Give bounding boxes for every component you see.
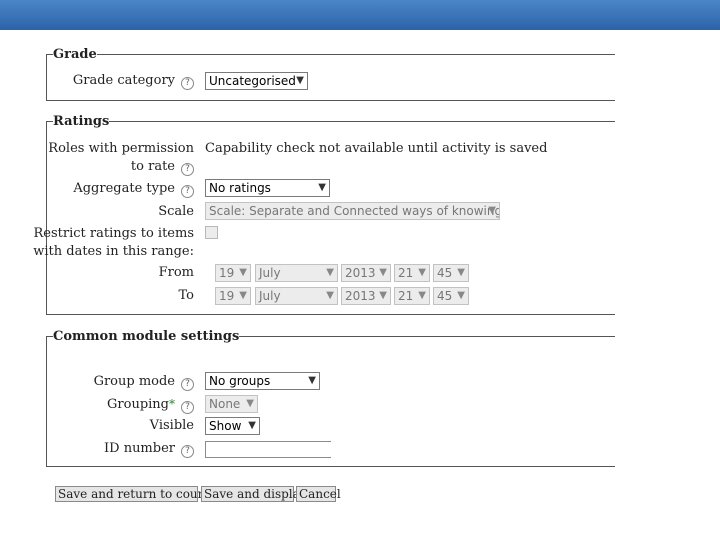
restrict-label-wrap: Restrict ratings to items with dates in …	[33, 225, 194, 261]
chevron-down-icon: ▼	[418, 290, 426, 301]
visible-label: Visible	[149, 418, 194, 433]
restrict-label-line2: with dates in this range:	[33, 244, 194, 259]
to-label: To	[178, 288, 195, 303]
chevron-down-icon: ▼	[488, 205, 496, 216]
help-icon[interactable]: ?	[181, 163, 194, 176]
restrict-checkbox[interactable]	[205, 226, 218, 239]
grade-category-select[interactable]: Uncategorised ▼	[205, 72, 308, 90]
help-icon[interactable]: ?	[181, 77, 194, 90]
help-icon[interactable]: ?	[181, 445, 194, 458]
required-mark: *	[169, 397, 175, 411]
save-return-button[interactable]: Save and return to course	[55, 486, 217, 502]
chevron-down-icon: ▼	[308, 375, 316, 386]
help-icon[interactable]: ?	[181, 378, 194, 391]
scale-label: Scale	[158, 204, 194, 219]
from-label: From	[158, 265, 194, 280]
to-label-wrap: To	[46, 287, 195, 305]
chevron-down-icon: ▼	[326, 290, 334, 301]
roles-permission-label-line2: to rate	[130, 159, 175, 174]
chevron-down-icon: ▼	[379, 290, 387, 301]
chevron-down-icon: ▼	[239, 290, 247, 301]
grade-legend: Grade	[53, 47, 97, 62]
chevron-down-icon: ▼	[318, 182, 326, 193]
from-day-select[interactable]: 19 ▼	[215, 264, 251, 282]
id-number-label-wrap: ID number?	[46, 440, 194, 458]
group-mode-select[interactable]: No groups ▼	[205, 372, 320, 390]
chevron-down-icon: ▼	[379, 267, 387, 278]
aggregate-type-label-wrap: Aggregate type?	[46, 180, 194, 198]
help-icon[interactable]: ?	[181, 401, 194, 414]
aggregate-type-label: Aggregate type	[73, 181, 175, 196]
roles-permission-label-wrap: Roles with permission to rate?	[46, 140, 194, 176]
to-hour-select[interactable]: 21 ▼	[394, 287, 430, 305]
id-number-input[interactable]	[205, 441, 331, 458]
roles-permission-label-line1: Roles with permission	[48, 141, 194, 156]
common-settings-legend: Common module settings	[53, 329, 240, 344]
from-month-select[interactable]: July ▼	[255, 264, 338, 282]
scale-select[interactable]: Scale: Separate and Connected ways of kn…	[205, 202, 500, 220]
ratings-legend: Ratings	[53, 114, 110, 129]
visible-select[interactable]: Show ▼	[205, 417, 260, 435]
save-display-button[interactable]: Save and display	[201, 486, 307, 502]
cancel-button[interactable]: Cancel	[296, 486, 341, 502]
chevron-down-icon: ▼	[457, 290, 465, 301]
id-number-label: ID number	[104, 441, 175, 456]
chevron-down-icon: ▼	[296, 75, 304, 86]
group-mode-label: Group mode	[93, 374, 175, 389]
grouping-label: Grouping	[107, 397, 169, 412]
visible-label-wrap: Visible	[46, 417, 194, 435]
group-mode-label-wrap: Group mode?	[46, 373, 194, 391]
chevron-down-icon: ▼	[457, 267, 465, 278]
from-minute-select[interactable]: 45 ▼	[433, 264, 469, 282]
restrict-label-line1: Restrict ratings to items	[33, 226, 195, 241]
to-month-select[interactable]: July ▼	[255, 287, 338, 305]
scale-label-wrap: Scale	[46, 203, 194, 221]
grouping-label-wrap: Grouping*?	[46, 395, 194, 414]
from-hour-select[interactable]: 21 ▼	[394, 264, 430, 282]
chevron-down-icon: ▼	[418, 267, 426, 278]
roles-permission-value: Capability check not available until act…	[205, 141, 548, 156]
help-icon[interactable]: ?	[181, 185, 194, 198]
aggregate-type-select[interactable]: No ratings ▼	[205, 179, 330, 197]
to-day-select[interactable]: 19 ▼	[215, 287, 251, 305]
chevron-down-icon: ▼	[246, 398, 254, 409]
chevron-down-icon: ▼	[326, 267, 334, 278]
grade-category-label-wrap: Grade category?	[46, 72, 194, 90]
to-minute-select[interactable]: 45 ▼	[433, 287, 469, 305]
chevron-down-icon: ▼	[239, 267, 247, 278]
grouping-select[interactable]: None ▼	[205, 395, 258, 413]
grade-category-label: Grade category	[72, 73, 175, 88]
header-bar	[0, 0, 720, 30]
chevron-down-icon: ▼	[248, 420, 256, 431]
from-label-wrap: From	[46, 264, 194, 282]
from-year-select[interactable]: 2013 ▼	[341, 264, 391, 282]
to-year-select[interactable]: 2013 ▼	[341, 287, 391, 305]
